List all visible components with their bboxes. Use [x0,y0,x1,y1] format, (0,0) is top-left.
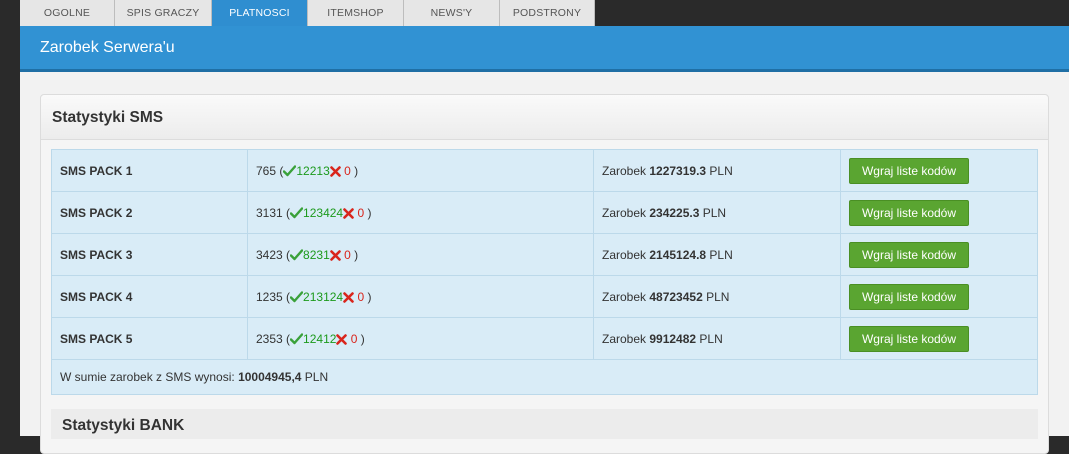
cross-icon [343,292,354,303]
sms-total-unit: PLN [301,370,329,384]
sms-pack-count: 1235 (213124 0 ) [247,275,594,318]
check-icon [290,207,304,219]
sms-count-value: 3423 [256,247,283,262]
sms-pack-row: SMS PACK 1 765 (12213 0 ) Zarobek 1227319.… [51,149,1038,192]
sms-count-value: 765 [256,163,277,178]
sms-pack-name: SMS PACK 5 [51,317,248,360]
sms-pack-count: 765 (12213 0 ) [247,149,594,192]
sms-total-value: 10004945,4 [238,370,302,384]
tab-ogolne[interactable]: OGOLNE [20,0,115,26]
upload-codes-button[interactable]: Wgraj liste kodów [849,157,969,184]
top-navigation: OGOLNE SPIS GRACZY PLATNOSCI ITEMSHOP NE… [20,0,595,26]
upload-codes-button[interactable]: Wgraj liste kodów [849,241,969,268]
upload-cell: Wgraj liste kodów [840,233,1038,276]
sms-pack-count: 3423 (8231 0 ) [247,233,594,276]
sms-ok-count: 213124 [303,289,344,304]
sms-bad-count: 0 [344,247,351,262]
sms-panel-title: Statystyki SMS [52,109,164,126]
earnings-label: Zarobek [602,247,650,262]
check-icon [283,165,297,177]
page-header: Zarobek Serwera'u [20,26,1069,72]
bank-panel-title: Statystyki BANK [62,417,185,434]
sms-bad-count: 0 [344,163,351,178]
upload-codes-button[interactable]: Wgraj liste kodów [849,325,969,352]
earnings-unit: PLN [702,289,730,304]
sms-stats-table: SMS PACK 1 765 (12213 0 ) Zarobek 1227319.… [51,149,1038,395]
sms-pack-earnings: Zarobek 1227319.3 PLN [593,149,841,192]
upload-codes-button[interactable]: Wgraj liste kodów [849,283,969,310]
tab-spis-graczy[interactable]: SPIS GRACZY [115,0,212,26]
sms-pack-count: 2353 (12412 0 ) [247,317,594,360]
check-icon [290,291,304,303]
sms-pack-row: SMS PACK 2 3131 (123424 0 ) Zarobek 234225… [51,191,1038,234]
earnings-value: 9912482 [649,331,697,346]
upload-cell: Wgraj liste kodów [840,149,1038,192]
sms-count-value: 1235 [256,289,283,304]
earnings-value: 48723452 [649,289,703,304]
sms-pack-name: SMS PACK 2 [51,191,248,234]
earnings-unit: PLN [699,205,727,220]
sms-pack-earnings: Zarobek 48723452 PLN [593,275,841,318]
earnings-label: Zarobek [602,205,650,220]
sms-pack-count: 3131 (123424 0 ) [247,191,594,234]
main-content: Statystyki SMS SMS PACK 1 765 (12213 0 ) Z… [20,72,1069,454]
earnings-unit: PLN [706,247,733,262]
sms-pack-name: SMS PACK 4 [51,275,248,318]
sms-pack-name: SMS PACK 3 [51,233,248,276]
cross-icon [343,208,354,219]
page-title: Zarobek Serwera'u [40,39,175,56]
tab-podstrony[interactable]: PODSTRONY [500,0,595,26]
check-icon [290,333,304,345]
sms-pack-row: SMS PACK 3 3423 (8231 0 ) Zarobek 2145124.… [51,233,1038,276]
earnings-value: 1227319.3 [649,163,707,178]
earnings-unit: PLN [696,331,723,346]
sms-ok-count: 123424 [303,205,344,220]
bank-stats-panel: Statystyki BANK [51,409,1038,439]
sms-panel-header: Statystyki SMS [41,95,1048,140]
sms-count-value: 3131 [256,205,283,220]
upload-cell: Wgraj liste kodów [840,317,1038,360]
check-icon [290,249,304,261]
sms-stats-panel: Statystyki SMS SMS PACK 1 765 (12213 0 ) Z… [40,94,1049,454]
sms-ok-count: 8231 [303,247,330,262]
sms-bad-count: 0 [357,205,365,220]
earnings-label: Zarobek [602,331,650,346]
sms-count-value: 2353 [256,331,283,346]
tab-newsy[interactable]: NEWS'Y [404,0,500,26]
sms-total-label: W sumie zarobek z SMS wynosi: [60,370,239,384]
sms-ok-count: 12412 [303,331,337,346]
cross-icon [329,250,341,261]
sms-pack-earnings: Zarobek 9912482 PLN [593,317,841,360]
earnings-value: 234225.3 [649,205,700,220]
cross-icon [336,334,348,345]
sms-pack-name: SMS PACK 1 [51,149,248,192]
upload-cell: Wgraj liste kodów [840,275,1038,318]
cross-icon [329,166,341,177]
earnings-label: Zarobek [602,289,650,304]
earnings-label: Zarobek [602,163,650,178]
sms-pack-earnings: Zarobek 2145124.8 PLN [593,233,841,276]
sms-ok-count: 12213 [296,163,330,178]
tab-itemshop[interactable]: ITEMSHOP [308,0,404,26]
earnings-value: 2145124.8 [649,247,707,262]
tab-platnosci[interactable]: PLATNOSCI [212,0,308,26]
upload-cell: Wgraj liste kodów [840,191,1038,234]
earnings-unit: PLN [706,163,733,178]
sms-total-cell: W sumie zarobek z SMS wynosi: 10004945,4… [51,359,1038,395]
sms-pack-row: SMS PACK 5 2353 (12412 0 ) Zarobek 9912482… [51,317,1038,360]
sms-bad-count: 0 [350,331,358,346]
sms-pack-row: SMS PACK 4 1235 (213124 0 ) Zarobek 487234… [51,275,1038,318]
sms-pack-earnings: Zarobek 234225.3 PLN [593,191,841,234]
sms-bad-count: 0 [357,289,365,304]
upload-codes-button[interactable]: Wgraj liste kodów [849,199,969,226]
